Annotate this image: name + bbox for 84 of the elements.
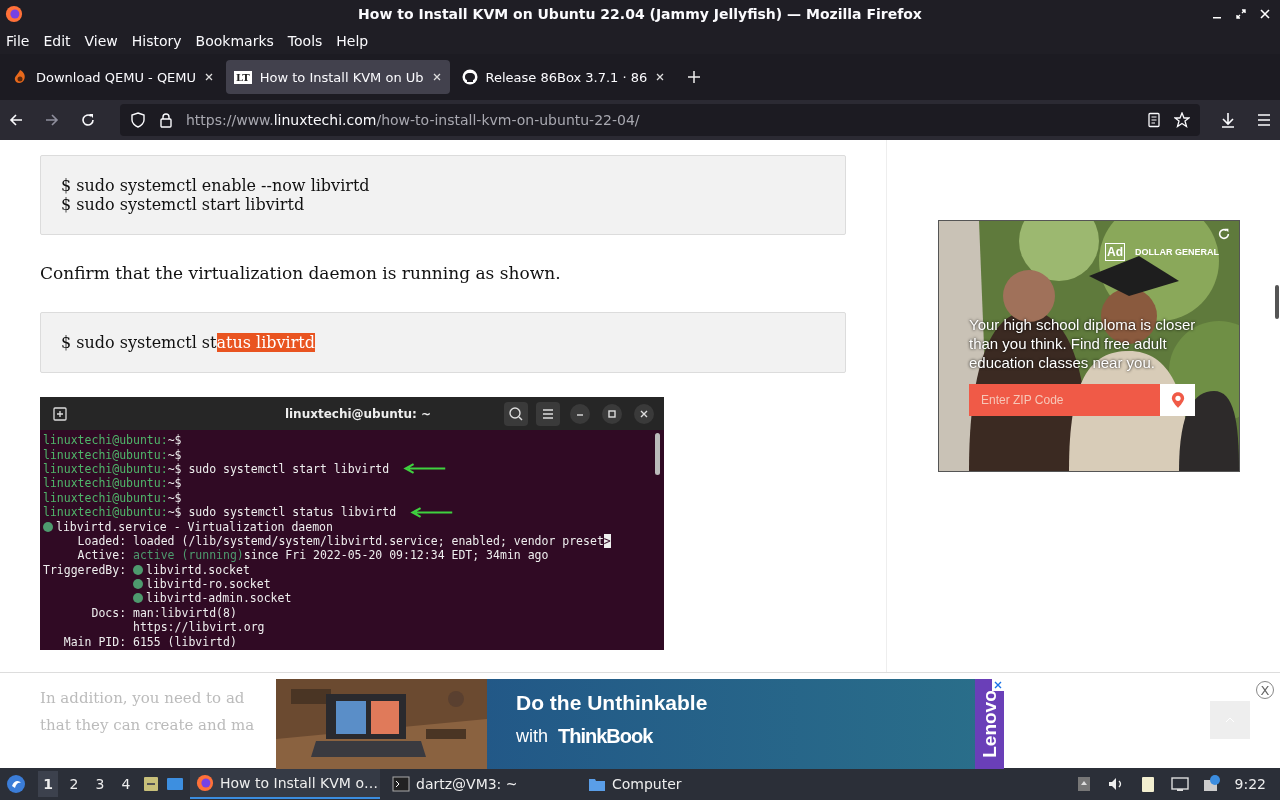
- workspace-button[interactable]: 3: [90, 771, 110, 797]
- menu-item[interactable]: Tools: [287, 33, 323, 49]
- close-icon[interactable]: [655, 72, 666, 82]
- logo: DOLLAR GENERAL: [1135, 247, 1219, 257]
- workspace-button[interactable]: 4: [116, 771, 136, 797]
- terminal-line: linuxtechi@ubuntu:~$ sudo systemctl status libvirtd: [43, 505, 397, 520]
- menu-item[interactable]: History: [131, 33, 182, 49]
- zip-code-field[interactable]: Enter ZIP Code: [969, 384, 1160, 416]
- taskbar-task[interactable]: Computer: [582, 769, 772, 799]
- paragraph: Confirm that the virtualization daemon is running as shown.: [40, 263, 562, 283]
- logo: Ad: [1105, 243, 1125, 261]
- new-tab-icon[interactable]: [687, 70, 702, 84]
- paragraph-line: In addition, you need to ad: [40, 688, 245, 709]
- star-icon[interactable]: [1174, 112, 1190, 128]
- product-logo: ThinkBook: [558, 725, 653, 748]
- window-title: How to Install KVM on Ubuntu 22.04 (Jammy Jellyfish) — Mozilla Firefox: [358, 6, 922, 22]
- menu-icon: [536, 401, 560, 426]
- maximize-icon[interactable]: [1236, 9, 1246, 19]
- menu-item[interactable]: View: [84, 33, 118, 49]
- browser-tab[interactable]: Download QEMU - QEMU: [4, 60, 223, 94]
- taskbar-task[interactable]: How to Install KVM o…: [190, 769, 380, 799]
- banner-ad[interactable]: Do the Unthinkable with ThinkBook Lenovo: [276, 679, 1004, 769]
- menu-item[interactable]: File: [6, 33, 30, 49]
- desktop-icon[interactable]: [166, 775, 184, 793]
- site-favicon: LT: [234, 70, 252, 84]
- network-icon[interactable]: [1170, 775, 1189, 793]
- workspace-button[interactable]: 2: [64, 771, 84, 797]
- field-label: TriggeredBy:: [43, 562, 127, 577]
- code-line: $ sudo systemctl start libvirtd: [61, 195, 306, 214]
- paragraph-line: that they can create and ma: [40, 715, 255, 736]
- field-label: Main PID:: [63, 634, 127, 649]
- address-bar[interactable]: https://www.linuxtechi.com/how-to-install-kvm-on-ubuntu-22-04/: [120, 104, 1200, 136]
- search-icon: [504, 401, 528, 426]
- terminal-line: linuxtechi@ubuntu:~$: [43, 447, 182, 462]
- scrollbar-thumb[interactable]: [1275, 285, 1279, 319]
- terminal-line: loaded (/lib/systemd/system/libvirtd.service; enabled; vendor preset>: [133, 533, 611, 548]
- terminal-line: https://libvirt.org: [133, 620, 265, 635]
- brand-logo: Lenovo: [978, 690, 1001, 758]
- field-label: Active:: [77, 548, 127, 563]
- close-icon[interactable]: [431, 72, 442, 82]
- terminal-line: libvirtd.service - Virtualization daemon: [56, 519, 333, 534]
- flame-icon: [12, 69, 28, 85]
- browser-tab[interactable]: Release 86Box 3.7.1 · 86: [453, 60, 674, 94]
- menu-item[interactable]: Help: [336, 33, 369, 49]
- terminal-line: libvirtd-ro.socket: [146, 577, 271, 592]
- back-icon[interactable]: [8, 112, 24, 128]
- ad-text: with: [516, 726, 548, 747]
- field-label: Loaded:: [77, 533, 127, 548]
- terminal-line: linuxtechi@ubuntu:~$ sudo systemctl start libvirtd: [43, 461, 390, 476]
- minimize-icon: [568, 401, 592, 426]
- maximize-icon: [600, 401, 624, 426]
- terminal-icon: [392, 775, 410, 793]
- clock[interactable]: 9:22: [1234, 776, 1266, 792]
- start-menu-icon[interactable]: [6, 774, 26, 794]
- terminal-line: 6155 (libvirtd): [133, 634, 237, 649]
- close-icon[interactable]: [204, 72, 215, 82]
- reader-view-icon[interactable]: [1146, 112, 1162, 128]
- terminal-line: linuxtechi@ubuntu:~$: [43, 490, 182, 505]
- code-line: $ sudo systemctl enable --now libvirtd: [61, 176, 371, 195]
- forward-icon[interactable]: [44, 112, 60, 128]
- field-label: Docs:: [91, 605, 127, 620]
- terminal-line: linuxtechi@ubuntu:~$: [43, 433, 182, 448]
- lock-icon: [158, 112, 174, 128]
- taskbar-task[interactable]: dartz@VM3: ~: [386, 769, 576, 799]
- terminal-line: libvirtd.socket: [146, 562, 250, 577]
- menu-item[interactable]: Bookmarks: [195, 33, 274, 49]
- location-button[interactable]: [1160, 384, 1195, 416]
- ad-headline: Do the Unthinkable: [516, 691, 709, 715]
- browser-tab[interactable]: LT How to Install KVM on Ub: [226, 60, 450, 94]
- terminal-line: man:libvirtd(8): [133, 605, 237, 620]
- terminal-line: linuxtechi@ubuntu:~$: [43, 476, 182, 491]
- close-icon: [632, 401, 656, 426]
- workspace-button[interactable]: 1: [38, 771, 58, 797]
- terminal-title: linuxtechi@ubuntu: ~: [283, 406, 433, 421]
- terminal-line: libvirtd-admin.socket: [146, 591, 292, 606]
- menu-icon[interactable]: [1256, 112, 1272, 128]
- shield-icon: [130, 112, 146, 128]
- download-icon[interactable]: [1220, 112, 1236, 128]
- reload-icon[interactable]: [80, 112, 96, 128]
- terminal-line: active (running)since Fri 2022-05-20 09:12:34 EDT; 34min ago: [133, 548, 549, 563]
- map-pin-icon: [1170, 391, 1185, 409]
- file-cabinet-icon[interactable]: [142, 775, 160, 793]
- notification-icon[interactable]: [1202, 775, 1221, 793]
- menu-item[interactable]: Edit: [43, 33, 71, 49]
